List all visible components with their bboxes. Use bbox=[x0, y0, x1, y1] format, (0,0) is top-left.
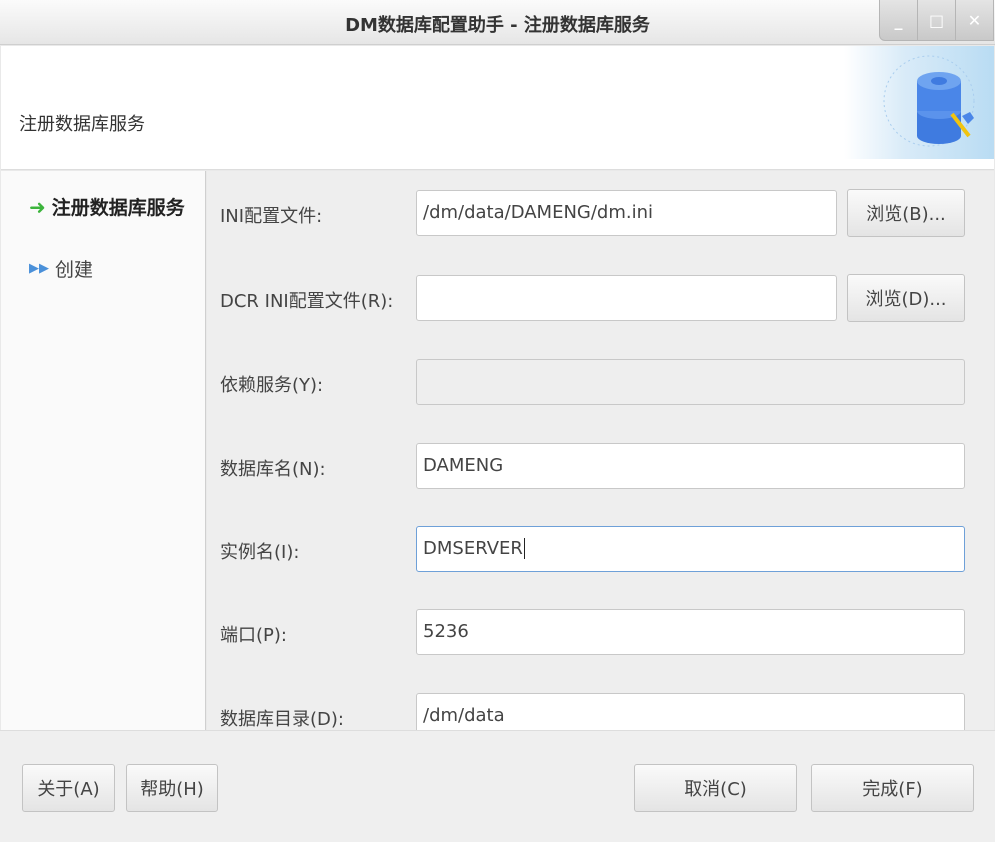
form-panel: INI配置文件: /dm/data/DAMENG/dm.ini 浏览(B)...… bbox=[207, 171, 994, 730]
wizard-header: 注册数据库服务 bbox=[1, 46, 994, 170]
browse-ini-button[interactable]: 浏览(B)... bbox=[847, 189, 965, 237]
instance-input[interactable]: DMSERVER bbox=[416, 526, 965, 572]
port-label: 端口(P): bbox=[220, 625, 287, 646]
close-button[interactable]: ✕ bbox=[955, 0, 994, 41]
finish-button[interactable]: 完成(F) bbox=[811, 764, 974, 812]
cancel-button[interactable]: 取消(C) bbox=[634, 764, 797, 812]
step-label: 注册数据库服务 bbox=[51, 197, 185, 219]
double-arrow-icon: ▶▶ bbox=[29, 261, 49, 276]
database-tools-icon bbox=[844, 46, 994, 159]
dbname-input[interactable]: DAMENG bbox=[416, 443, 965, 489]
dcr-ini-input[interactable] bbox=[416, 275, 837, 321]
ini-label: INI配置文件: bbox=[220, 206, 323, 227]
step-create: ▶▶ 创建 bbox=[29, 255, 93, 282]
dependency-input[interactable] bbox=[416, 359, 965, 405]
wizard-steps: ➜ 注册数据库服务 ▶▶ 创建 bbox=[1, 171, 206, 730]
window-title: DM数据库配置助手 - 注册数据库服务 bbox=[345, 15, 650, 36]
about-button[interactable]: 关于(A) bbox=[22, 764, 115, 812]
footer: 关于(A) 帮助(H) 取消(C) 完成(F) bbox=[0, 730, 995, 842]
dependency-label: 依赖服务(Y): bbox=[220, 375, 324, 396]
title-bar: DM数据库配置助手 - 注册数据库服务 _ □ ✕ bbox=[0, 0, 995, 45]
page-title: 注册数据库服务 bbox=[19, 114, 145, 135]
instance-label: 实例名(I): bbox=[220, 542, 300, 563]
step-register-service: ➜ 注册数据库服务 bbox=[29, 193, 185, 220]
step-label: 创建 bbox=[55, 259, 94, 281]
maximize-button[interactable]: □ bbox=[917, 0, 956, 41]
port-input[interactable]: 5236 bbox=[416, 609, 965, 655]
ini-file-input[interactable]: /dm/data/DAMENG/dm.ini bbox=[416, 190, 837, 236]
minimize-button[interactable]: _ bbox=[879, 0, 918, 41]
help-button[interactable]: 帮助(H) bbox=[126, 764, 218, 812]
dbdir-label: 数据库目录(D): bbox=[220, 709, 344, 730]
dcr-label: DCR INI配置文件(R): bbox=[220, 291, 394, 312]
instance-value: DMSERVER bbox=[423, 538, 523, 559]
browse-dcr-button[interactable]: 浏览(D)... bbox=[847, 274, 965, 322]
text-cursor bbox=[523, 538, 525, 559]
dbdir-input[interactable]: /dm/data bbox=[416, 693, 965, 730]
dbname-label: 数据库名(N): bbox=[220, 459, 326, 480]
green-arrow-icon: ➜ bbox=[29, 194, 46, 219]
